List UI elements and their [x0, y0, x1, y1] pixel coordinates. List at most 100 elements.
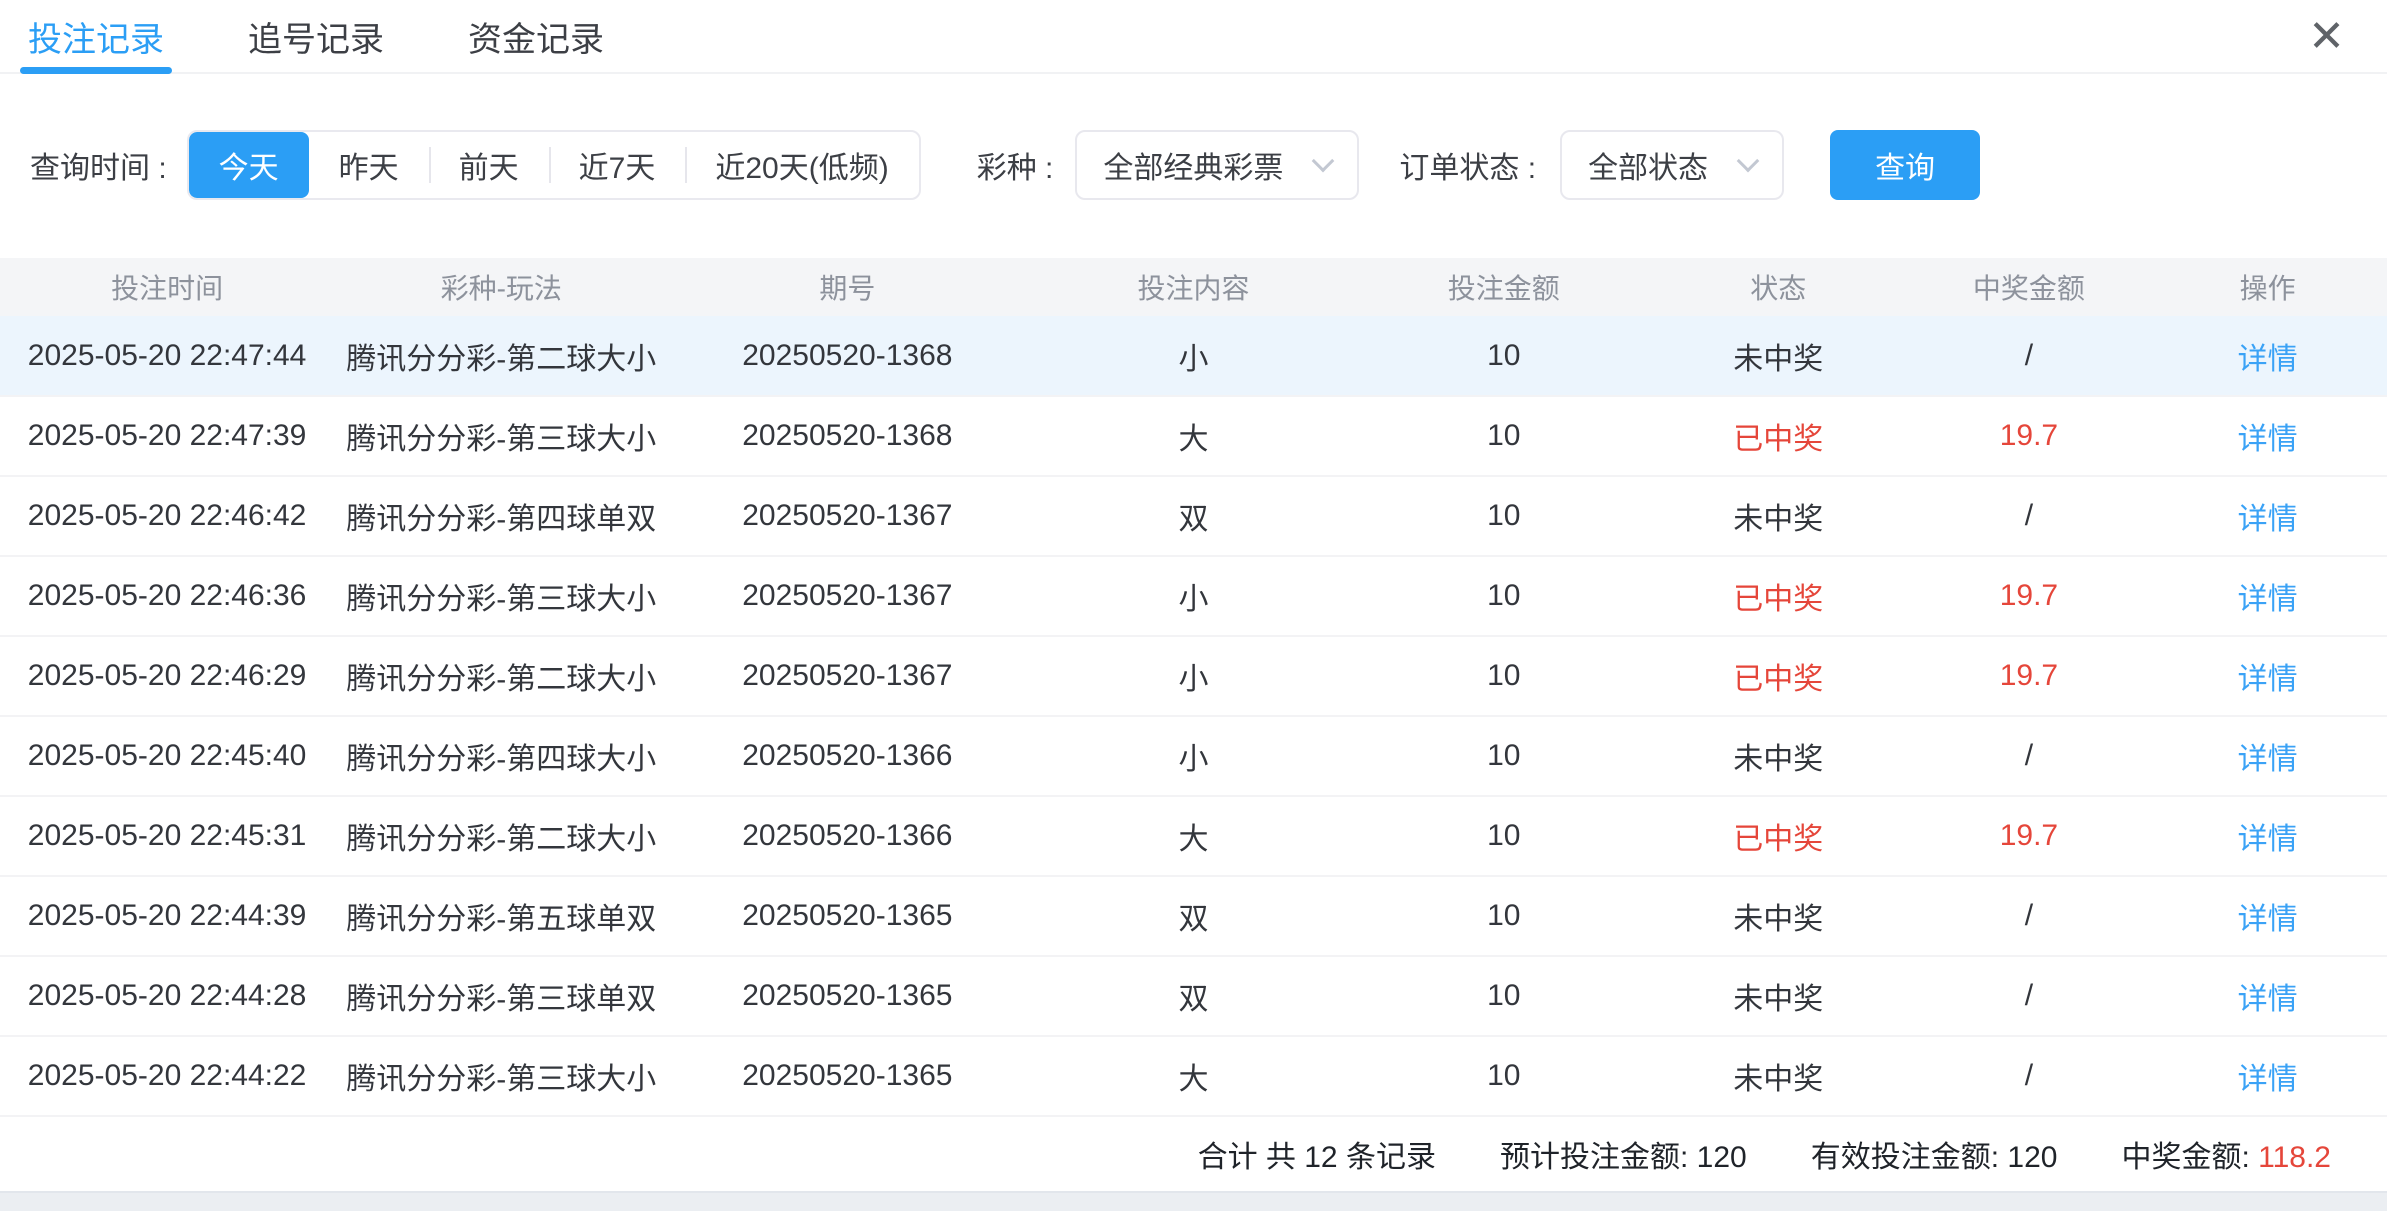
cell-bet-content: 双 — [1026, 876, 1360, 956]
expected-bet-amount: 预计投注金额: 120 — [1500, 1132, 1747, 1176]
detail-link[interactable]: 详情 — [2238, 983, 2298, 1016]
query-time-label: 查询时间 : — [30, 143, 167, 187]
col-bet-content: 投注内容 — [1026, 258, 1360, 316]
cell-issue: 20250520-1365 — [668, 956, 1026, 1036]
cell-status: 未中奖 — [1647, 316, 1910, 396]
cell-game-play: 腾讯分分彩-第二球大小 — [334, 636, 668, 716]
cell-bet-content: 大 — [1026, 1036, 1360, 1116]
cell-action: 详情 — [2148, 876, 2387, 956]
cell-game-play: 腾讯分分彩-第三球大小 — [334, 1036, 668, 1116]
tab-bet-records[interactable]: 投注记录 — [28, 0, 164, 72]
lottery-type-value: 全部经典彩票 — [1103, 143, 1283, 187]
cell-bet-content: 小 — [1026, 716, 1360, 796]
order-status-value: 全部状态 — [1588, 143, 1708, 187]
cell-prize: / — [1910, 1036, 2149, 1116]
detail-link[interactable]: 详情 — [2238, 423, 2298, 456]
prize-amount-total: 中奖金额: 118.2 — [2121, 1132, 2331, 1176]
lottery-type-select[interactable]: 全部经典彩票 — [1075, 130, 1359, 200]
time-option-last7days[interactable]: 近7天 — [549, 132, 686, 198]
order-status-label: 订单状态 : — [1399, 143, 1536, 187]
cell-action: 详情 — [2148, 956, 2387, 1036]
query-button[interactable]: 查询 — [1830, 130, 1980, 200]
cell-prize: / — [1910, 956, 2149, 1036]
detail-link[interactable]: 详情 — [2238, 663, 2298, 696]
tab-bar: 投注记录 追号记录 资金记录 ✕ — [0, 0, 2387, 74]
time-option-yesterday[interactable]: 昨天 — [309, 132, 429, 198]
cell-status: 未中奖 — [1647, 716, 1910, 796]
prize-amount-value: 118.2 — [2258, 1141, 2331, 1174]
cell-issue: 20250520-1368 — [668, 316, 1026, 396]
detail-link[interactable]: 详情 — [2238, 503, 2298, 536]
cell-action: 详情 — [2148, 1036, 2387, 1116]
cell-issue: 20250520-1368 — [668, 396, 1026, 476]
table-row: 2025-05-20 22:45:31腾讯分分彩-第二球大小20250520-1… — [0, 796, 2387, 876]
cell-bet-content: 小 — [1026, 556, 1360, 636]
close-icon[interactable]: ✕ — [2308, 2, 2345, 72]
cell-bet-time: 2025-05-20 22:44:22 — [0, 1036, 334, 1116]
table-row: 2025-05-20 22:45:40腾讯分分彩-第四球大小20250520-1… — [0, 716, 2387, 796]
col-action: 操作 — [2148, 258, 2387, 316]
cell-action: 详情 — [2148, 716, 2387, 796]
cell-prize: 19.7 — [1910, 556, 2149, 636]
cell-game-play: 腾讯分分彩-第四球单双 — [334, 476, 668, 556]
cell-issue: 20250520-1367 — [668, 556, 1026, 636]
table-row: 2025-05-20 22:44:22腾讯分分彩-第三球大小20250520-1… — [0, 1036, 2387, 1116]
cell-game-play: 腾讯分分彩-第三球大小 — [334, 396, 668, 476]
detail-link[interactable]: 详情 — [2238, 583, 2298, 616]
time-option-last20days[interactable]: 近20天(低频) — [685, 132, 918, 198]
cell-prize: / — [1910, 876, 2149, 956]
cell-bet-time: 2025-05-20 22:44:39 — [0, 876, 334, 956]
table-row: 2025-05-20 22:47:44腾讯分分彩-第二球大小20250520-1… — [0, 316, 2387, 396]
cell-game-play: 腾讯分分彩-第二球大小 — [334, 796, 668, 876]
col-status: 状态 — [1647, 258, 1910, 316]
cell-status: 未中奖 — [1647, 476, 1910, 556]
cell-game-play: 腾讯分分彩-第三球大小 — [334, 556, 668, 636]
cell-action: 详情 — [2148, 476, 2387, 556]
cell-issue: 20250520-1366 — [668, 716, 1026, 796]
cell-bet-time: 2025-05-20 22:47:39 — [0, 396, 334, 476]
order-status-select[interactable]: 全部状态 — [1560, 130, 1784, 200]
cell-issue: 20250520-1365 — [668, 876, 1026, 956]
cell-game-play: 腾讯分分彩-第三球单双 — [334, 956, 668, 1036]
cell-bet-amount: 10 — [1361, 636, 1647, 716]
col-bet-time: 投注时间 — [0, 258, 334, 316]
cell-bet-amount: 10 — [1361, 1036, 1647, 1116]
cell-action: 详情 — [2148, 316, 2387, 396]
tab-fund-records[interactable]: 资金记录 — [468, 0, 604, 72]
cell-bet-time: 2025-05-20 22:45:40 — [0, 716, 334, 796]
cell-bet-time: 2025-05-20 22:46:29 — [0, 636, 334, 716]
valid-bet-amount: 有效投注金额: 120 — [1811, 1132, 2058, 1176]
col-bet-amount: 投注金额 — [1361, 258, 1647, 316]
cell-status: 已中奖 — [1647, 796, 1910, 876]
detail-link[interactable]: 详情 — [2238, 823, 2298, 856]
bottom-divider — [0, 1191, 2387, 1211]
cell-bet-content: 小 — [1026, 316, 1360, 396]
cell-action: 详情 — [2148, 636, 2387, 716]
detail-link[interactable]: 详情 — [2238, 343, 2298, 376]
cell-bet-amount: 10 — [1361, 716, 1647, 796]
cell-bet-amount: 10 — [1361, 956, 1647, 1036]
cell-status: 未中奖 — [1647, 1036, 1910, 1116]
table-row: 2025-05-20 22:44:28腾讯分分彩-第三球单双20250520-1… — [0, 956, 2387, 1036]
detail-link[interactable]: 详情 — [2238, 743, 2298, 776]
time-option-day-before[interactable]: 前天 — [429, 132, 549, 198]
cell-bet-content: 双 — [1026, 956, 1360, 1036]
cell-prize: 19.7 — [1910, 396, 2149, 476]
cell-prize: / — [1910, 476, 2149, 556]
cell-prize: / — [1910, 716, 2149, 796]
cell-bet-amount: 10 — [1361, 796, 1647, 876]
cell-status: 未中奖 — [1647, 956, 1910, 1036]
time-option-today[interactable]: 今天 — [189, 132, 309, 198]
cell-prize: / — [1910, 316, 2149, 396]
cell-bet-content: 小 — [1026, 636, 1360, 716]
tab-chase-records[interactable]: 追号记录 — [248, 0, 384, 72]
table-header-row: 投注时间 彩种-玩法 期号 投注内容 投注金额 状态 中奖金额 操作 — [0, 258, 2387, 316]
col-game-play: 彩种-玩法 — [334, 258, 668, 316]
summary-bar: 合计 共 12 条记录 预计投注金额: 120 有效投注金额: 120 中奖金额… — [0, 1117, 2387, 1191]
detail-link[interactable]: 详情 — [2238, 1063, 2298, 1096]
cell-bet-amount: 10 — [1361, 876, 1647, 956]
cell-issue: 20250520-1365 — [668, 1036, 1026, 1116]
total-records-text: 合计 共 12 条记录 — [1198, 1132, 1436, 1176]
detail-link[interactable]: 详情 — [2238, 903, 2298, 936]
cell-bet-time: 2025-05-20 22:46:42 — [0, 476, 334, 556]
